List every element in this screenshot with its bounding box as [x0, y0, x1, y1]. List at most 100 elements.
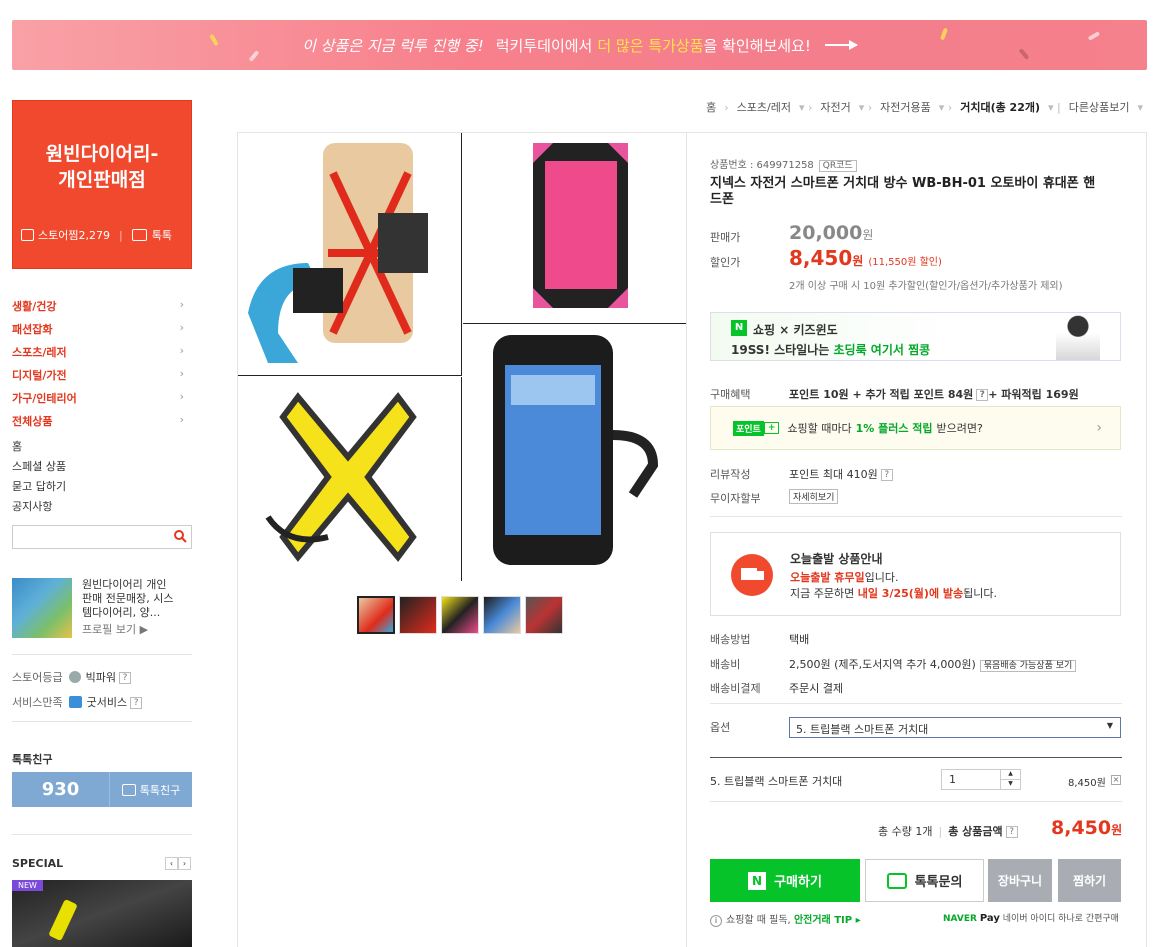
- option-select[interactable]: 5. 트립블랙 스마트폰 거치대 ▼: [789, 717, 1121, 738]
- product-photo-4[interactable]: [463, 325, 686, 581]
- menu-notice[interactable]: 공지사항: [12, 498, 52, 514]
- kids-window-ad[interactable]: N 쇼핑 × 키즈윈도 19SS! 스타일나는 초딩룩 여기서 찜콩: [710, 312, 1121, 361]
- ship-cost-value: 2,500원 (제주,도서지역 추가 4,000원): [789, 658, 976, 671]
- promo-banner[interactable]: 이 상품은 지금 럭투 진행 중! 럭키투데이에서 더 많은 특가상품 을 확인…: [12, 20, 1147, 70]
- help-icon[interactable]: ?: [130, 697, 143, 709]
- sale-price: 8,450: [789, 246, 853, 270]
- quantity-stepper[interactable]: 1 ▲ ▼: [941, 769, 1021, 790]
- info-icon: i: [710, 915, 722, 927]
- menu-qna[interactable]: 묻고 답하기: [12, 478, 66, 494]
- today-holiday-rest: 입니다.: [864, 571, 899, 584]
- thumbnail[interactable]: [399, 596, 437, 634]
- thumbnail[interactable]: [357, 596, 395, 634]
- installment-label: 무이자할부: [710, 492, 761, 505]
- crumb-bike-accessories[interactable]: 자전거용품: [880, 99, 931, 115]
- product-photo-3[interactable]: [238, 377, 462, 581]
- grade-value: 빅파워: [85, 671, 116, 684]
- search-icon[interactable]: [173, 529, 187, 543]
- chevron-down-icon: ▼: [1106, 721, 1113, 730]
- crumb-home[interactable]: 홈: [706, 99, 716, 115]
- store-name-2: 개인판매점: [58, 169, 146, 191]
- total-quantity: 총 수량 1개: [878, 825, 933, 838]
- special-image[interactable]: NEW: [12, 880, 192, 947]
- naver-n-icon: N: [731, 320, 747, 336]
- thumbnail[interactable]: [525, 596, 563, 634]
- menu-special[interactable]: 스페셜 상품: [12, 458, 66, 474]
- search-input[interactable]: [13, 526, 163, 546]
- thumbnail[interactable]: [441, 596, 479, 634]
- service-value: 굿서비스: [86, 696, 128, 709]
- category-fashion[interactable]: 패션잡화: [12, 321, 192, 337]
- product-photo-2[interactable]: [463, 133, 686, 324]
- store-search[interactable]: [12, 525, 192, 549]
- bundle-products-button[interactable]: 묶음배송 가능상품 보기: [979, 660, 1077, 672]
- thumbs-up-icon: [68, 696, 82, 708]
- power-points: + 파워적립 169원: [988, 388, 1079, 401]
- special-next-button[interactable]: ›: [178, 857, 191, 870]
- talkfriend-box[interactable]: 930 톡톡친구: [12, 772, 192, 807]
- buy-button[interactable]: N 구매하기: [710, 859, 860, 902]
- price-label: 판매가: [710, 231, 741, 244]
- special-new-badge: NEW: [12, 880, 43, 891]
- special-title: SPECIAL: [12, 857, 64, 870]
- category-sports[interactable]: 스포츠/레저: [12, 344, 192, 360]
- crumb-other-products[interactable]: 다른상품보기: [1069, 99, 1130, 115]
- crumb-sports[interactable]: 스포츠/레저: [737, 99, 791, 115]
- thumbnail[interactable]: [483, 596, 521, 634]
- crumb-bicycle[interactable]: 자전거: [820, 99, 850, 115]
- buy-label: 구매하기: [774, 875, 822, 890]
- multi-discount-note: 2개 이상 구매 시 10원 추가할인(할인가/옵션가/추가상품가 제외): [789, 281, 1063, 292]
- profile-image[interactable]: [12, 578, 72, 638]
- special-prev-button[interactable]: ‹: [165, 857, 178, 870]
- ad-model-image: [1056, 315, 1100, 360]
- store-name-1: 원빈다이어리-: [45, 143, 159, 165]
- store-card[interactable]: 원빈다이어리- 개인판매점 스토어찜2,279 | 톡톡: [12, 100, 192, 269]
- crumb-current[interactable]: 거치대(총 22개): [960, 99, 1040, 115]
- selected-option-price: 8,450원: [1068, 778, 1106, 789]
- benefit-label: 구매혜택: [710, 388, 751, 401]
- category-digital[interactable]: 디지털/가전: [12, 367, 192, 383]
- safe-trade-tip-link[interactable]: 안전거래 TIP ▸: [794, 915, 861, 926]
- point-badge: 포인트: [733, 420, 764, 436]
- review-label: 리뷰작성: [710, 468, 751, 481]
- category-health[interactable]: 생활/건강: [12, 298, 192, 314]
- selected-option-name: 5. 트립블랙 스마트폰 거치대: [710, 775, 843, 788]
- menu-home[interactable]: 홈: [12, 438, 22, 454]
- talk-inquiry-label: 톡톡문의: [914, 875, 963, 890]
- product-title-2: 드폰: [710, 192, 734, 207]
- talkfriend-button[interactable]: 톡톡친구: [140, 782, 180, 798]
- banner-text-1: 이 상품은 지금 럭투 진행 중!: [302, 36, 484, 55]
- help-icon[interactable]: ?: [880, 469, 893, 481]
- category-furniture[interactable]: 가구/인테리어: [12, 390, 192, 406]
- grade-label: 스토어등급: [12, 671, 63, 684]
- banner-highlight: 더 많은 특가상품: [597, 36, 704, 55]
- category-all[interactable]: 전체상품: [12, 413, 192, 429]
- help-icon[interactable]: ?: [1005, 826, 1018, 838]
- ship-pay-label: 배송비결제: [710, 682, 761, 695]
- profile-desc-3: 템다이어리, 양...: [82, 606, 161, 619]
- original-price: 20,000: [789, 222, 863, 244]
- plus-icon: +: [763, 422, 780, 434]
- total-amount: 8,450: [1051, 817, 1112, 839]
- point-plus-box[interactable]: 포인트 + 쇼핑할 때마다 1% 플러스 적립 받으려면? ›: [710, 406, 1121, 450]
- help-icon[interactable]: ?: [976, 389, 989, 401]
- talkfriend-title: 톡톡친구: [12, 753, 53, 766]
- medal-icon: [68, 671, 81, 683]
- talk-inquiry-button[interactable]: 톡톡문의: [865, 859, 984, 902]
- ship-method-value: 택배: [789, 633, 810, 646]
- talk-icon: [886, 872, 907, 889]
- close-icon[interactable]: ×: [1111, 775, 1121, 785]
- cart-button[interactable]: 장바구니: [988, 859, 1052, 902]
- product-photo-1[interactable]: [238, 133, 462, 376]
- installment-details-button[interactable]: 자세히보기: [789, 489, 839, 504]
- store-jjim-icon: [21, 229, 34, 241]
- ad-line-2a: 19SS! 스타일나는: [731, 343, 830, 357]
- store-jjim[interactable]: 스토어찜2,279: [38, 227, 110, 243]
- help-icon[interactable]: ?: [118, 672, 131, 684]
- quantity-value[interactable]: 1: [949, 773, 956, 786]
- wishlist-button[interactable]: 찜하기: [1058, 859, 1121, 902]
- store-talk[interactable]: 톡톡: [152, 227, 172, 243]
- quantity-down-button[interactable]: ▼: [1000, 779, 1020, 789]
- profile-more-link[interactable]: 프로필 보기 ▶: [82, 623, 173, 637]
- qr-button[interactable]: QR코드: [818, 160, 857, 172]
